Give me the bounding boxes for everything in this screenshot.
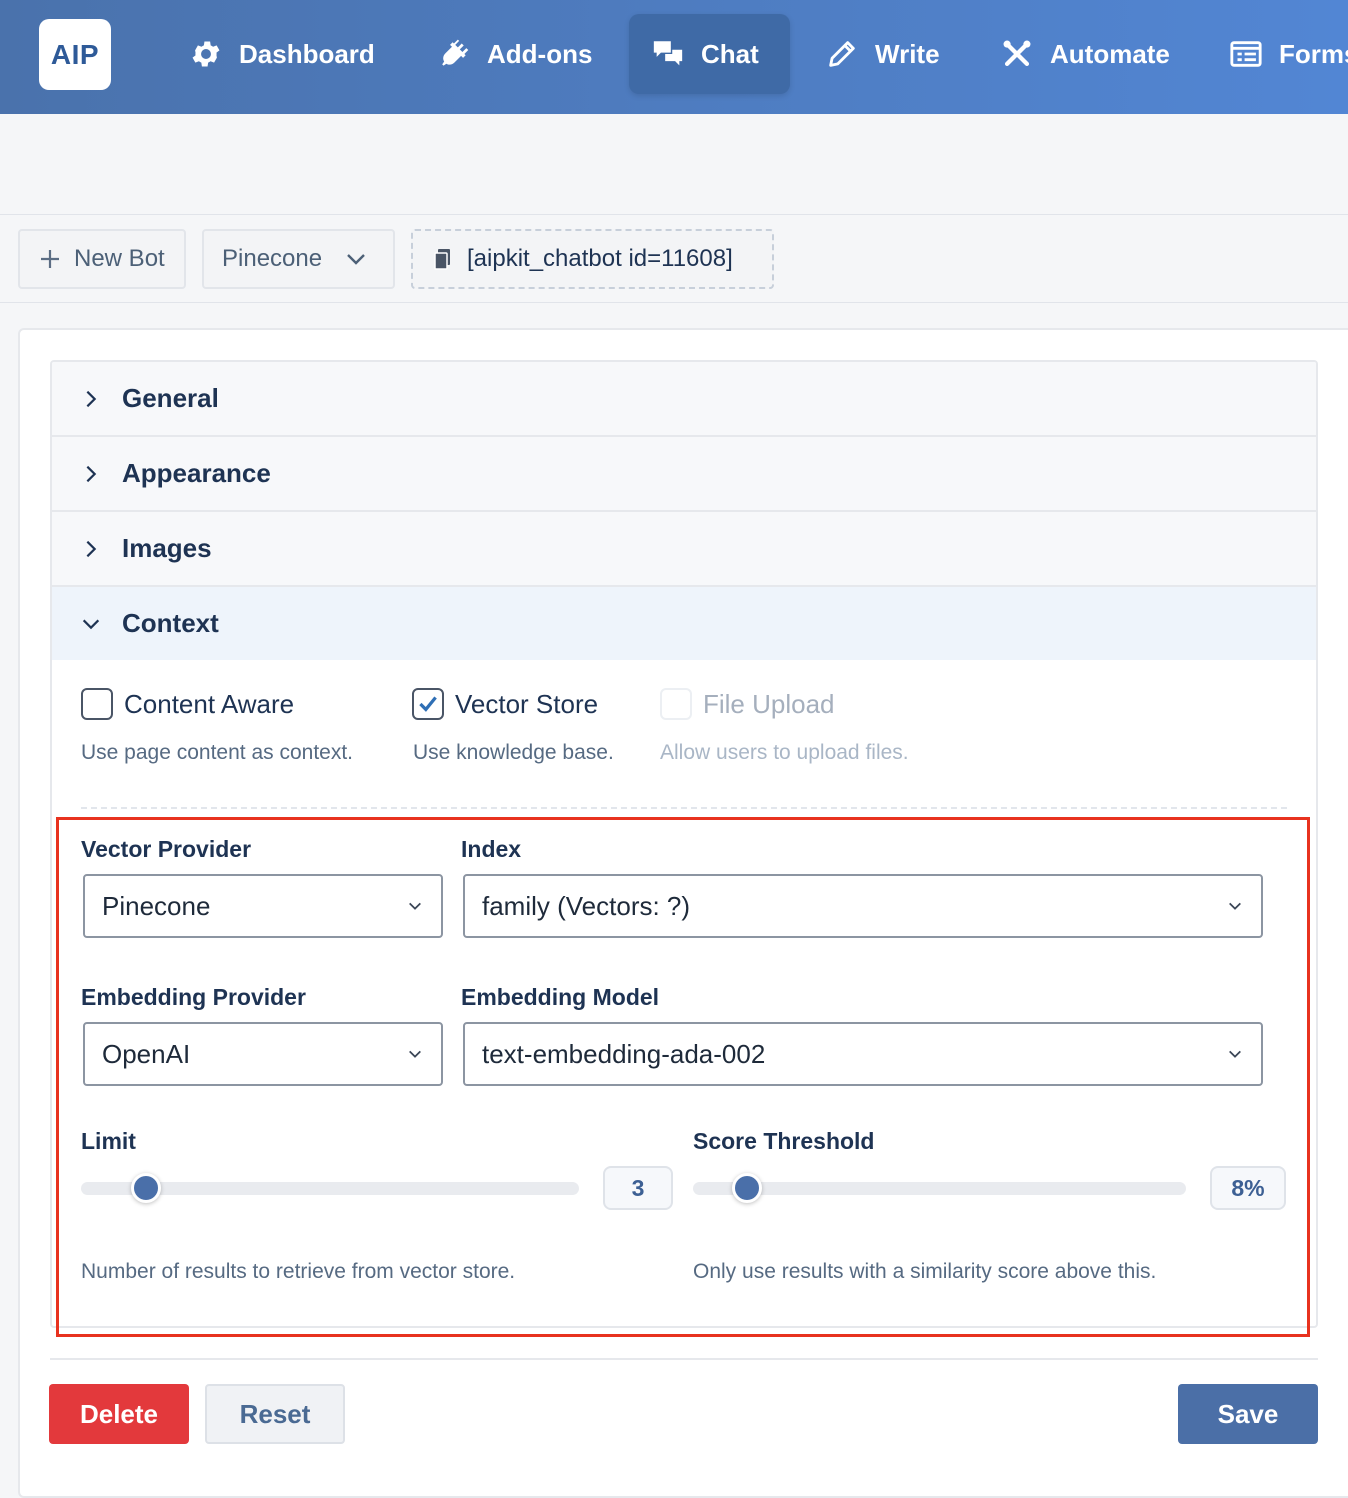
nav-forms[interactable]: Forms: [1205, 14, 1348, 94]
plug-icon: [442, 39, 469, 66]
chat-bubbles-icon: [653, 41, 683, 66]
bot-select-value: Pinecone: [222, 245, 323, 272]
accordion-context-label: Context: [122, 608, 219, 638]
file-upload-help: Allow users to upload files.: [660, 741, 909, 764]
accordion-general[interactable]: General: [52, 362, 1316, 437]
checkbox-box: [660, 688, 692, 720]
nav-write-label: Write: [875, 38, 940, 69]
chevron-right-icon: [86, 540, 97, 557]
accordion-general-label: General: [122, 383, 219, 413]
shortcode-copy-button[interactable]: [aipkit_chatbot id=11608]: [411, 229, 774, 289]
file-upload-checkbox: File Upload: [660, 688, 835, 720]
nav-dashboard[interactable]: Dashboard: [165, 14, 399, 94]
nav-automate-label: Automate: [1050, 38, 1170, 69]
copy-icon: [434, 249, 450, 270]
reset-button[interactable]: Reset: [205, 1384, 345, 1444]
app-logo[interactable]: AIP: [39, 19, 111, 90]
new-bot-button[interactable]: New Bot: [18, 229, 186, 289]
shortcode-text: [aipkit_chatbot id=11608]: [467, 245, 733, 272]
nav-write[interactable]: Write: [801, 14, 964, 94]
nav-add-ons-label: Add-ons: [487, 38, 593, 69]
chevron-down-icon: [82, 619, 100, 629]
content-aware-label: Content Aware: [124, 688, 295, 719]
form-icon: [1230, 41, 1262, 67]
save-button[interactable]: Save: [1178, 1384, 1318, 1444]
page-banner: [0, 114, 1348, 215]
chevron-right-icon: [86, 465, 97, 482]
accordion-appearance-label: Appearance: [122, 458, 271, 488]
tools-icon: [1003, 40, 1031, 67]
section-divider: [81, 807, 1287, 809]
plus-icon: [41, 250, 59, 268]
nav-add-ons[interactable]: Add-ons: [413, 14, 616, 94]
delete-button[interactable]: Delete: [49, 1384, 189, 1444]
bot-toolbar: New Bot Pinecone [aipkit_chatbot id=1160…: [0, 216, 1348, 303]
nav-chat[interactable]: Chat: [629, 14, 790, 94]
nav-forms-label: Forms: [1279, 38, 1348, 69]
nav-automate[interactable]: Automate: [976, 14, 1194, 94]
bot-select[interactable]: Pinecone: [202, 229, 395, 289]
top-nav-bar: AIP Dashboard Add-ons Chat Write Automat…: [0, 0, 1348, 114]
footer-divider: [50, 1358, 1318, 1360]
checkmark-icon: [419, 696, 437, 712]
content-aware-help: Use page content as context.: [81, 741, 354, 764]
accordion-images-label: Images: [122, 533, 212, 563]
content-aware-checkbox[interactable]: Content Aware: [81, 688, 294, 720]
new-bot-label: New Bot: [74, 245, 165, 272]
chevron-right-icon: [86, 390, 97, 407]
nav-dashboard-label: Dashboard: [239, 38, 375, 69]
vector-store-checkbox[interactable]: Vector Store: [412, 688, 598, 720]
nav-chat-label: Chat: [701, 38, 759, 69]
gear-icon: [192, 41, 220, 67]
pencil-icon: [829, 41, 855, 67]
chevron-down-icon: [347, 254, 365, 265]
accordion-context[interactable]: Context: [52, 587, 1316, 660]
checkbox-box[interactable]: [81, 688, 113, 720]
checkbox-box[interactable]: [412, 688, 444, 720]
file-upload-label: File Upload: [703, 688, 835, 719]
highlight-annotation-box: [56, 817, 1310, 1337]
accordion-appearance[interactable]: Appearance: [52, 437, 1316, 512]
vector-store-help: Use knowledge base.: [413, 741, 614, 764]
accordion-images[interactable]: Images: [52, 512, 1316, 587]
vector-store-label: Vector Store: [455, 688, 599, 719]
